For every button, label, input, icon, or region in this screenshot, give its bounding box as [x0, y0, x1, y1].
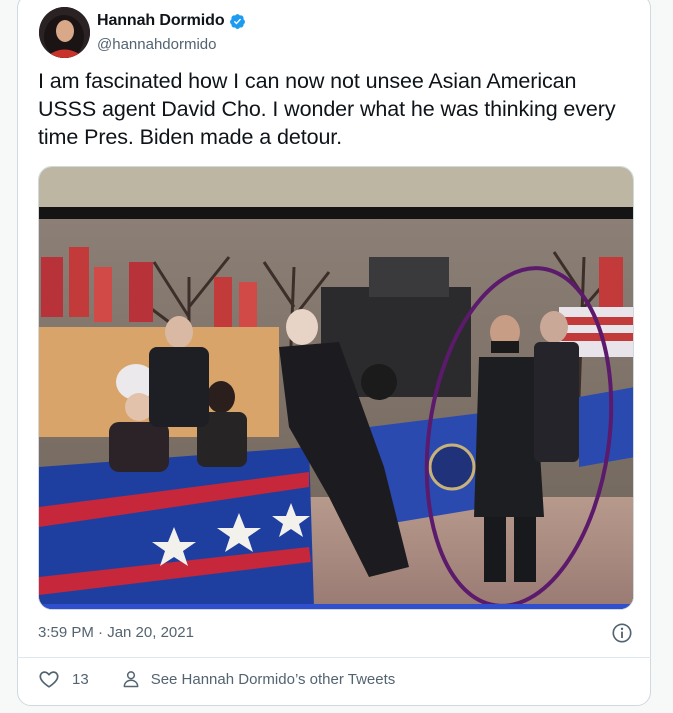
author-handle[interactable]: @hannahdormido [97, 36, 216, 53]
author-name-row[interactable]: Hannah Dormido [97, 12, 246, 30]
like-count: 13 [72, 670, 89, 688]
display-name[interactable]: Hannah Dormido [97, 12, 225, 30]
see-other-tweets-link[interactable]: See Hannah Dormido’s other Tweets [151, 671, 396, 688]
tweet-actions: 13 See Hannah Dormido’s other Tweets [38, 667, 395, 691]
person-icon[interactable] [121, 668, 141, 690]
tweet-timestamp[interactable]: 3:59 PM · Jan 20, 2021 [38, 624, 194, 641]
verified-badge-icon [229, 13, 245, 29]
divider [17, 657, 651, 658]
tweet-photo[interactable] [38, 166, 634, 610]
heart-icon[interactable] [38, 668, 60, 690]
info-icon[interactable] [611, 622, 633, 644]
avatar[interactable] [39, 7, 90, 58]
tweet-text: I am fascinated how I can now not unsee … [38, 69, 616, 149]
